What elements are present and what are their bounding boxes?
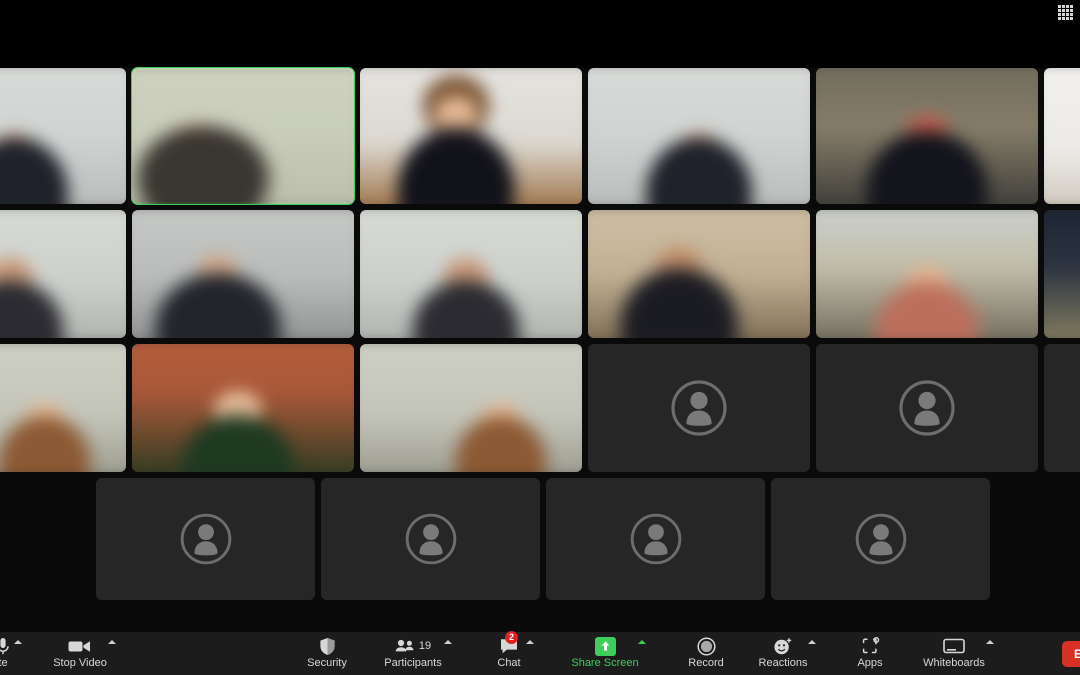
toolbar-center-group: Security 19 Participants 2 Chat Share Sc… (300, 631, 1006, 675)
participants-label: Participants (384, 657, 442, 669)
meeting-toolbar: te Stop Video (0, 631, 1080, 675)
participant-tile[interactable] (816, 68, 1038, 204)
whiteboards-button[interactable]: Whiteboards (916, 632, 994, 670)
meeting-top-bar (0, 0, 1080, 68)
whiteboards-label: Whiteboards (923, 657, 985, 669)
shield-icon (319, 636, 336, 656)
participant-gallery (0, 67, 1080, 600)
zoom-meeting-window: te Stop Video (0, 0, 1080, 675)
mute-button[interactable]: te (0, 632, 22, 670)
stop-video-button[interactable]: Stop Video (46, 632, 116, 670)
chat-label: Chat (497, 657, 521, 669)
share-up-arrow-icon (594, 636, 616, 656)
whiteboard-icon (943, 636, 965, 656)
grid-view-icon (1057, 4, 1073, 20)
participant-tile-placeholder[interactable] (771, 478, 990, 600)
apps-label: Apps (857, 657, 883, 669)
gallery-row (96, 478, 1080, 600)
record-circle-icon (696, 636, 716, 656)
share-options-caret[interactable] (638, 640, 646, 644)
reactions-label: Reactions (758, 657, 808, 669)
reactions-options-caret[interactable] (808, 640, 816, 644)
smiley-plus-icon (773, 636, 793, 656)
default-avatar-icon (180, 513, 231, 565)
participant-tile[interactable] (132, 210, 354, 338)
camera-icon (68, 636, 92, 656)
participants-icon-row: 19 (395, 636, 431, 656)
default-avatar-icon (855, 513, 906, 565)
participant-tile-placeholder[interactable] (588, 344, 810, 472)
default-avatar-icon (630, 513, 681, 565)
participant-tile[interactable] (1044, 210, 1080, 338)
chat-unread-badge: 2 (505, 631, 518, 644)
mute-options-caret[interactable] (14, 640, 22, 644)
default-avatar-icon (899, 380, 955, 436)
gallery-row (0, 344, 1080, 472)
participant-tile[interactable] (588, 210, 810, 338)
participant-tile-placeholder[interactable] (546, 478, 765, 600)
chat-button[interactable]: 2 Chat (486, 631, 534, 670)
apps-button[interactable]: Apps (848, 632, 892, 670)
share-screen-button[interactable]: Share Screen (566, 632, 646, 670)
record-label: Record (688, 657, 724, 669)
participant-tile-placeholder[interactable] (96, 478, 315, 600)
toolbar-left-group: te Stop Video (0, 632, 128, 675)
participant-tile[interactable] (132, 344, 354, 472)
reactions-button[interactable]: Reactions (752, 632, 816, 670)
apps-icon (861, 636, 880, 656)
participant-tile-placeholder[interactable] (1044, 344, 1080, 472)
people-icon (395, 639, 414, 652)
participant-tile[interactable] (1044, 68, 1080, 204)
participant-tile-placeholder[interactable] (321, 478, 540, 600)
participant-tile[interactable] (0, 68, 126, 204)
security-label: Security (307, 657, 347, 669)
participant-tile[interactable] (360, 344, 582, 472)
participant-tile-placeholder[interactable] (816, 344, 1038, 472)
participants-options-caret[interactable] (444, 640, 452, 644)
end-meeting-button[interactable]: E (1061, 640, 1080, 667)
default-avatar-icon (405, 513, 456, 565)
microphone-icon (0, 636, 10, 656)
participants-button[interactable]: 19 Participants (376, 632, 452, 670)
gallery-view-toggle[interactable] (1054, 3, 1076, 21)
participant-tile[interactable] (0, 210, 126, 338)
security-button[interactable]: Security (300, 632, 354, 670)
whiteboards-options-caret[interactable] (986, 640, 994, 644)
mute-label: te (0, 657, 8, 669)
record-button[interactable]: Record (680, 632, 732, 670)
participant-tile[interactable] (588, 68, 810, 204)
default-avatar-icon (671, 380, 727, 436)
share-screen-label: Share Screen (571, 657, 639, 669)
participants-count: 19 (418, 640, 432, 652)
participant-tile[interactable] (0, 344, 126, 472)
toolbar-right-group: E (1061, 632, 1080, 675)
gallery-row (0, 67, 1080, 205)
video-options-caret[interactable] (108, 640, 116, 644)
gallery-row (0, 210, 1080, 338)
participant-tile[interactable] (360, 68, 582, 204)
participant-tile[interactable] (816, 210, 1038, 338)
participant-tile-active-speaker[interactable] (131, 67, 355, 205)
stop-video-label: Stop Video (53, 657, 107, 669)
chat-options-caret[interactable] (526, 640, 534, 644)
participant-tile[interactable] (360, 210, 582, 338)
